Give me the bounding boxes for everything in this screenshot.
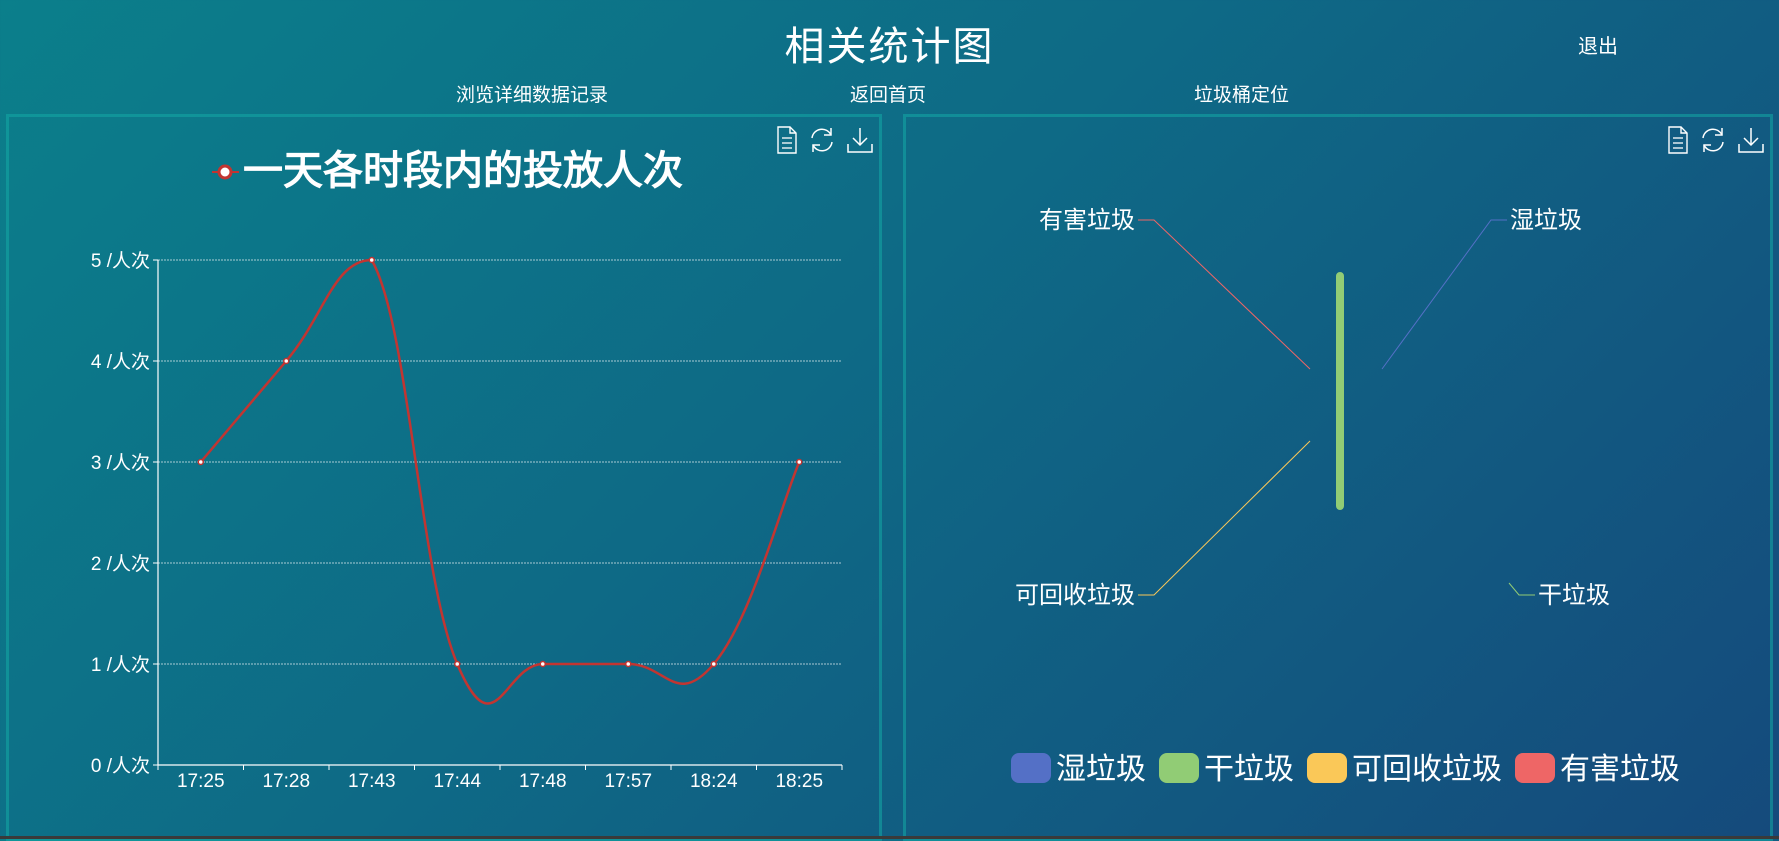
legend-swatch[interactable] xyxy=(1011,753,1051,783)
nav-link-bin-location[interactable]: 垃圾桶定位 xyxy=(1194,80,1289,107)
pie-slice-label: 湿垃圾 xyxy=(1510,207,1582,234)
y-tick-label: 3 /人次 xyxy=(91,452,150,474)
pie-leader-line xyxy=(1138,440,1311,596)
line-chart-panel: 一天各时段内的投放人次 0 /人次 1 /人次 2 /人次 3 /人次 4 /人次 5 /… xyxy=(6,114,882,841)
chart-title: 一天各时段内的投放人次 xyxy=(243,149,683,193)
data-point[interactable] xyxy=(454,660,461,668)
legend-swatch[interactable] xyxy=(1515,753,1555,783)
x-tick-label: 17:48 xyxy=(519,771,567,792)
data-point[interactable] xyxy=(710,660,717,668)
x-tick-label: 17:44 xyxy=(433,771,481,792)
pie-leader-line xyxy=(1508,582,1535,596)
pie-leader-line xyxy=(1138,219,1311,370)
line-chart-grid xyxy=(158,259,842,665)
series-line xyxy=(199,258,801,705)
legend-label[interactable]: 有害垃圾 xyxy=(1560,753,1680,786)
pie-chart: 湿垃圾干垃圾可回收垃圾有害垃圾 湿垃圾 干垃圾 可回收垃圾 有害垃圾 xyxy=(1011,207,1680,786)
nav-link-data-records[interactable]: 浏览详细数据记录 xyxy=(456,80,608,107)
pie-labels: 湿垃圾干垃圾 可回收垃圾 有害垃圾 xyxy=(1015,207,1610,609)
x-tick-label: 18:25 xyxy=(775,771,823,792)
line-chart-y-ticks: 0 /人次 1 /人次 2 /人次 3 /人次 4 /人次 5 /人次 xyxy=(91,250,158,777)
y-tick-label: 5 /人次 xyxy=(91,250,150,272)
pie-legend: 湿垃圾 干垃圾 可回收垃圾 有害垃圾 xyxy=(1011,753,1680,786)
x-tick-label: 17:25 xyxy=(177,771,225,792)
y-tick-label: 2 /人次 xyxy=(91,553,150,575)
data-point[interactable] xyxy=(368,256,375,264)
data-point[interactable] xyxy=(283,357,290,365)
y-tick-label: 1 /人次 xyxy=(91,654,150,676)
line-chart-x-ticks: 17:25 17:28 17:43 17:44 17:48 17:57 18:24 18:25 xyxy=(157,765,843,792)
nav-link-home[interactable]: 返回首页 xyxy=(850,80,926,107)
data-point[interactable] xyxy=(796,458,803,466)
y-tick-label: 4 /人次 xyxy=(91,351,150,373)
page-title: 相关统计图 xyxy=(784,24,995,70)
line-chart-axis xyxy=(157,260,842,766)
legend-swatch[interactable] xyxy=(1307,753,1347,783)
pie-slice-label: 可回收垃圾 xyxy=(1015,582,1135,609)
legend-swatch[interactable] xyxy=(1159,753,1199,783)
x-tick-label: 17:43 xyxy=(348,771,396,792)
legend-circle-marker xyxy=(217,164,233,180)
line-chart: 一天各时段内的投放人次 0 /人次 1 /人次 2 /人次 3 /人次 4 /人次 5 /… xyxy=(91,149,843,792)
legend-label[interactable]: 可回收垃圾 xyxy=(1352,753,1502,786)
data-point[interactable] xyxy=(197,458,204,466)
pie-slice-label: 有害垃圾 xyxy=(1039,207,1135,234)
logout-link[interactable]: 退出 xyxy=(1578,30,1618,59)
x-tick-label: 17:57 xyxy=(604,771,652,792)
pie-chart-panel: 湿垃圾 干垃圾 可回收垃圾 有害垃圾 湿垃圾 干垃圾 可回收垃圾 有害垃圾 xyxy=(903,114,1773,841)
x-tick-label: 17:28 xyxy=(262,771,310,792)
y-tick-label: 0 /人次 xyxy=(91,755,150,777)
pie-slice-label: 干垃圾 xyxy=(1538,582,1610,609)
legend-label[interactable]: 干垃圾 xyxy=(1204,753,1294,786)
legend-label[interactable]: 湿垃圾 xyxy=(1056,753,1146,786)
data-point[interactable] xyxy=(625,660,632,668)
data-point[interactable] xyxy=(539,660,546,668)
x-tick-label: 18:24 xyxy=(690,771,738,792)
pie-leader-line xyxy=(1381,219,1507,370)
